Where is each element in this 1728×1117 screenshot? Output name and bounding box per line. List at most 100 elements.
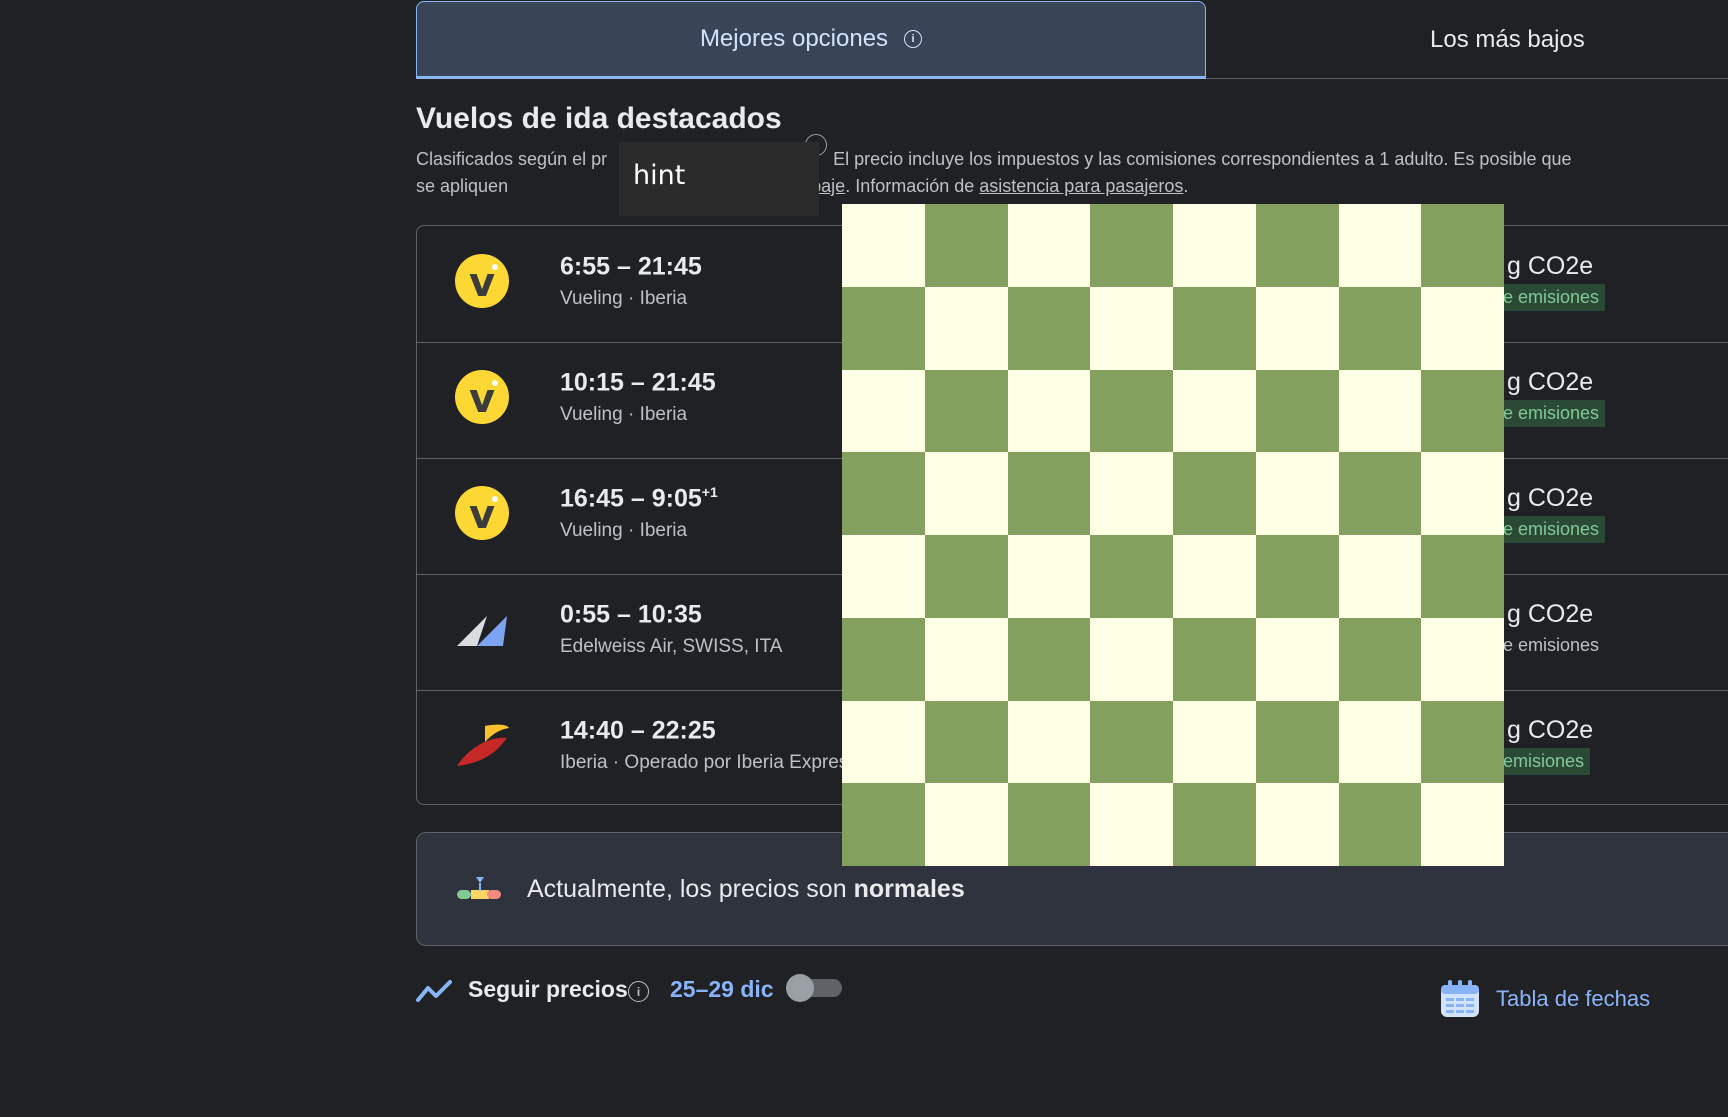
info-icon[interactable]: i [628, 981, 649, 1002]
flight-times: 16:45 – 9:05+1 [560, 484, 718, 513]
vueling-logo-icon: v [455, 486, 509, 540]
board-square[interactable] [842, 535, 925, 618]
iberia-logo-icon [457, 724, 509, 766]
board-square[interactable] [1421, 204, 1504, 287]
flight-airline: Vueling · Iberia [560, 288, 688, 309]
board-square[interactable] [1255, 617, 1339, 701]
emissions-badge: e emisiones [1497, 284, 1606, 311]
subtitle-part-1: Clasificados según el pr [416, 149, 608, 169]
board-square[interactable] [1090, 204, 1173, 287]
passenger-assistance-link[interactable]: asistencia para pasajeros [979, 176, 1183, 196]
board-square[interactable] [842, 369, 925, 453]
flight-co2: g CO2e [1507, 716, 1594, 744]
board-square[interactable] [1338, 617, 1422, 701]
subtitle-end: . [1183, 176, 1189, 196]
flight-co2: g CO2e [1507, 252, 1594, 280]
section-subtitle: Clasificados según el pr El precio incluy… [416, 146, 1576, 200]
edelweiss-logo-icon [457, 616, 507, 646]
board-square[interactable] [1255, 783, 1339, 866]
board-square[interactable] [1255, 286, 1339, 370]
track-dates: 25–29 dic [670, 976, 774, 1002]
board-square[interactable] [1255, 369, 1339, 453]
board-square[interactable] [1173, 452, 1256, 535]
board-square[interactable] [1255, 204, 1339, 287]
board-square[interactable] [924, 452, 1008, 535]
board-square[interactable] [842, 452, 925, 535]
board-square[interactable] [1338, 286, 1422, 370]
emissions-badge: e emisiones [1497, 516, 1606, 543]
board-square[interactable] [1007, 204, 1091, 287]
board-square[interactable] [924, 286, 1008, 370]
board-square[interactable] [1007, 535, 1091, 618]
board-square[interactable] [1007, 369, 1091, 453]
board-square[interactable] [924, 369, 1008, 453]
emissions-badge: e emisiones [1497, 400, 1606, 427]
flight-airline: Edelweiss Air, SWISS, ITA [560, 636, 783, 657]
tab-best-options[interactable]: Mejores opciones i [416, 1, 1206, 79]
board-square[interactable] [1090, 369, 1173, 453]
subtitle-part-3: . Información de [845, 176, 980, 196]
board-square[interactable] [1173, 783, 1256, 866]
vueling-logo-icon: v [455, 370, 509, 424]
board-square[interactable] [1255, 452, 1339, 535]
flight-airline: Vueling · Iberia [560, 520, 688, 541]
board-square[interactable] [842, 204, 925, 287]
date-grid-link[interactable]: Tabla de fechas [1496, 986, 1650, 1012]
board-square[interactable] [1421, 535, 1504, 618]
board-square[interactable] [842, 617, 925, 701]
flight-airline: Iberia · Operado por Iberia Express [560, 752, 858, 773]
board-square[interactable] [1338, 535, 1422, 618]
board-square[interactable] [924, 535, 1008, 618]
board-square[interactable] [842, 286, 925, 370]
vueling-logo-icon: v [455, 254, 509, 308]
board-square[interactable] [842, 700, 925, 784]
board-square[interactable] [1090, 452, 1173, 535]
board-square[interactable] [924, 783, 1008, 866]
board-square[interactable] [924, 700, 1008, 784]
emissions-badge: e emisiones [1503, 635, 1600, 655]
board-square[interactable] [1007, 286, 1091, 370]
board-square[interactable] [1421, 369, 1504, 453]
board-square[interactable] [1338, 204, 1422, 287]
board-square[interactable] [1421, 700, 1504, 784]
board-square[interactable] [1421, 617, 1504, 701]
board-square[interactable] [1421, 783, 1504, 866]
board-square[interactable] [1421, 286, 1504, 370]
calendar-icon [1441, 980, 1479, 1017]
board-square[interactable] [1090, 617, 1173, 701]
board-square[interactable] [842, 783, 925, 866]
board-square[interactable] [1090, 700, 1173, 784]
flight-co2: g CO2e [1507, 600, 1594, 628]
board-square[interactable] [1090, 286, 1173, 370]
hint-tooltip: hint [619, 142, 819, 216]
board-square[interactable] [1173, 700, 1256, 784]
board-square[interactable] [924, 617, 1008, 701]
board-square[interactable] [1007, 452, 1091, 535]
tab-lowest-label: Los más bajos [1430, 25, 1585, 53]
board-square[interactable] [1090, 783, 1173, 866]
board-square[interactable] [1173, 369, 1256, 453]
tab-lowest[interactable]: Los más bajos [1206, 1, 1728, 79]
board-square[interactable] [1421, 452, 1504, 535]
track-prices-toggle[interactable] [786, 974, 842, 1002]
board-square[interactable] [1338, 369, 1422, 453]
board-square[interactable] [1173, 535, 1256, 618]
board-square[interactable] [1007, 617, 1091, 701]
board-square[interactable] [1173, 204, 1256, 287]
board-square[interactable] [1255, 700, 1339, 784]
board-square[interactable] [1255, 535, 1339, 618]
board-square[interactable] [1338, 452, 1422, 535]
board-square[interactable] [1007, 700, 1091, 784]
board-square[interactable] [1090, 535, 1173, 618]
emissions-badge: emisiones [1497, 748, 1591, 775]
board-square[interactable] [1007, 783, 1091, 866]
checkerboard-overlay [842, 204, 1504, 866]
flight-co2: g CO2e [1507, 368, 1594, 396]
board-square[interactable] [1173, 286, 1256, 370]
board-square[interactable] [924, 204, 1008, 287]
board-square[interactable] [1338, 783, 1422, 866]
board-square[interactable] [1173, 617, 1256, 701]
price-level-icon [457, 877, 501, 899]
info-icon[interactable]: i [904, 30, 923, 48]
board-square[interactable] [1338, 700, 1422, 784]
